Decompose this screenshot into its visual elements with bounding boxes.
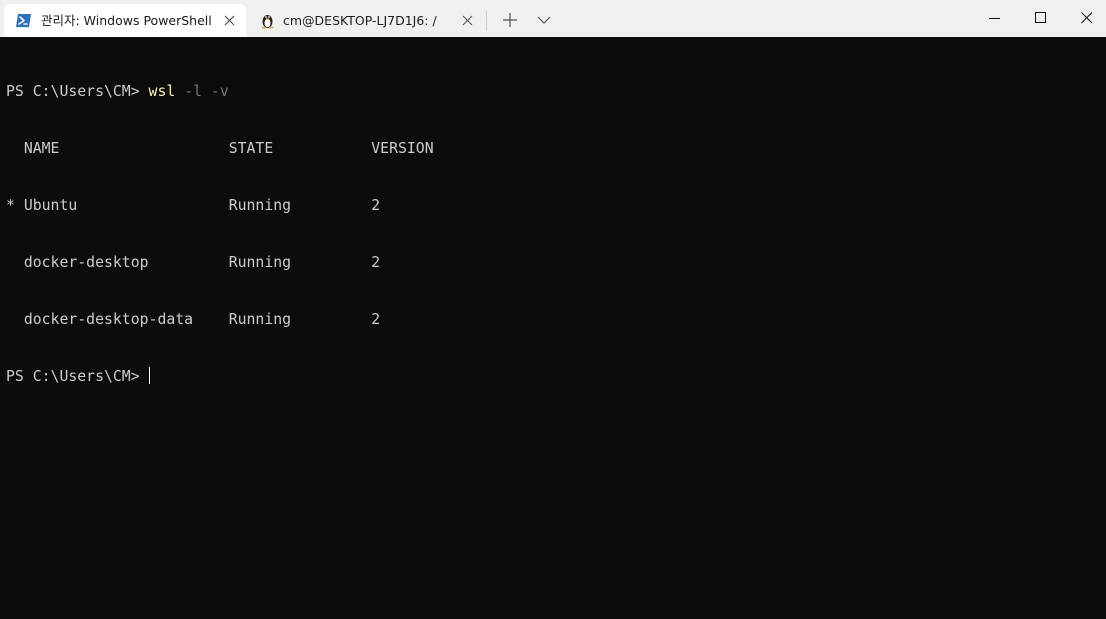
table-row: docker-desktop Running 2 xyxy=(6,254,381,271)
terminal-window: 관리자: Windows PowerShell cm@DESKTOP-LJ7D1… xyxy=(0,0,1106,619)
new-tab-button[interactable] xyxy=(498,8,522,32)
powershell-icon xyxy=(16,14,31,27)
final-prompt-line: PS C:\Users\CM> xyxy=(6,367,434,386)
tab-bar: 관리자: Windows PowerShell cm@DESKTOP-LJ7D1… xyxy=(0,0,1106,37)
terminal-output[interactable]: PS C:\Users\CM> wsl -l -v NAME STATE VER… xyxy=(0,37,1106,619)
chevron-down-icon xyxy=(537,16,551,24)
prompt: PS C:\Users\CM> xyxy=(6,83,149,100)
table-row: docker-desktop-data Running 2 xyxy=(6,311,381,328)
close-window-button[interactable] xyxy=(1064,0,1106,37)
maximize-button[interactable] xyxy=(1018,0,1064,37)
minimize-icon xyxy=(989,18,1000,19)
close-icon xyxy=(1081,12,1093,24)
linux-tux-icon xyxy=(261,15,274,29)
tab-ubuntu[interactable]: cm@DESKTOP-LJ7D1J6: / xyxy=(248,4,484,37)
table-row: * Ubuntu Running 2 xyxy=(6,197,381,214)
plus-icon xyxy=(503,13,517,27)
tab-separator xyxy=(486,11,487,31)
minimize-button[interactable] xyxy=(972,0,1018,37)
command-args: -l -v xyxy=(175,83,229,100)
profile-dropdown-button[interactable] xyxy=(532,8,556,32)
command-line: PS C:\Users\CM> wsl -l -v xyxy=(6,82,434,101)
tab-title: 관리자: Windows PowerShell xyxy=(41,13,212,28)
tab-title: cm@DESKTOP-LJ7D1J6: / xyxy=(283,13,437,28)
maximize-icon xyxy=(1035,12,1046,23)
tab-powershell[interactable]: 관리자: Windows PowerShell xyxy=(4,4,246,37)
close-tab-icon[interactable] xyxy=(461,14,474,27)
text-cursor xyxy=(148,367,150,384)
prompt: PS C:\Users\CM> xyxy=(6,368,149,385)
command: wsl xyxy=(148,83,176,100)
close-tab-icon[interactable] xyxy=(223,14,236,27)
table-header: NAME STATE VERSION xyxy=(6,140,434,157)
